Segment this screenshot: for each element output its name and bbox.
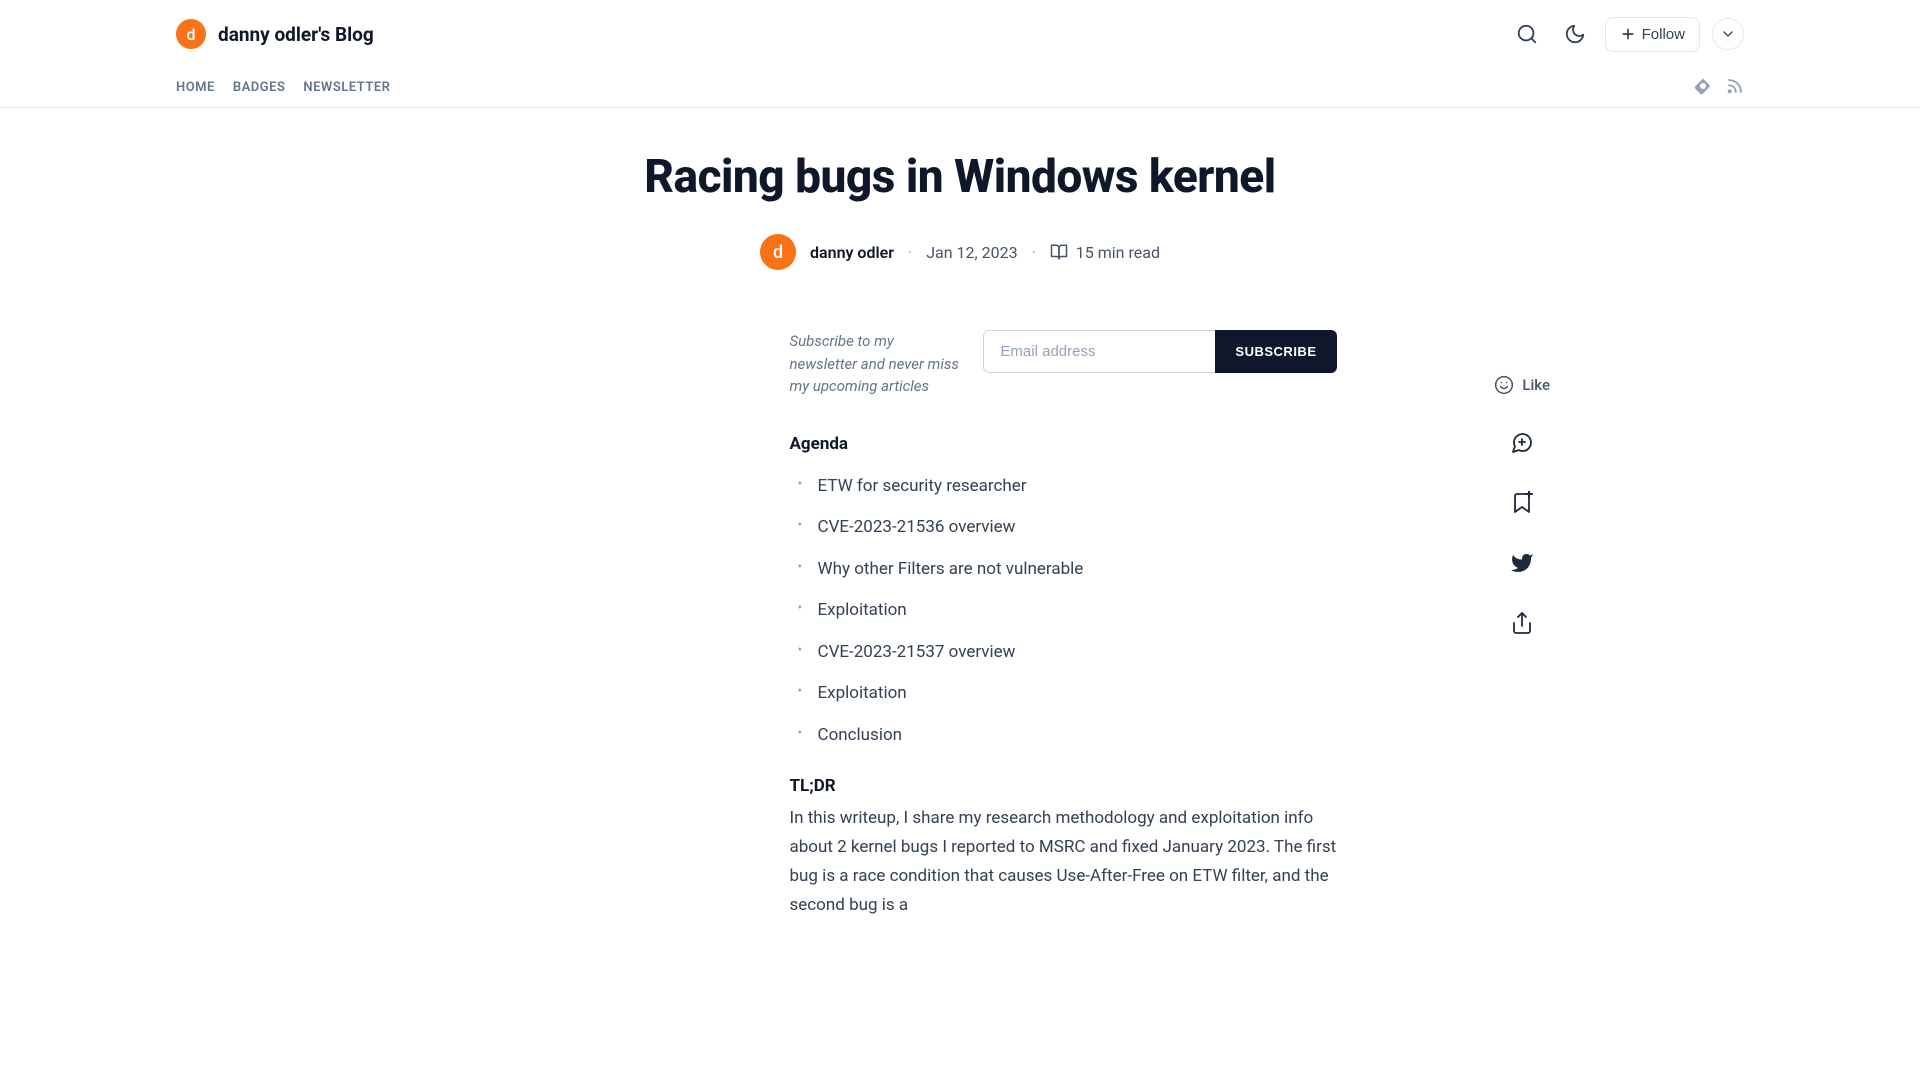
blog-title: danny odler's Blog [218,23,374,46]
agenda-item: Exploitation [798,598,1337,624]
follow-label: Follow [1642,26,1685,43]
agenda-item: Exploitation [798,681,1337,707]
agenda-heading: Agenda [790,434,1337,454]
author-avatar[interactable]: d [760,234,796,270]
nav-newsletter[interactable]: NEWSLETTER [303,68,390,107]
rss-icon[interactable] [1726,77,1744,99]
tldr-heading: TL;DR [790,776,1337,796]
publish-date: Jan 12, 2023 [926,243,1017,262]
smile-icon [1494,375,1514,395]
blog-brand[interactable]: d danny odler's Blog [176,19,374,49]
article-title: Racing bugs in Windows kernel [0,150,1920,204]
agenda-item: CVE-2023-21537 overview [798,640,1337,666]
dark-mode-icon[interactable] [1557,16,1593,52]
like-button[interactable]: Like [1494,375,1550,395]
separator: · [1032,243,1036,262]
reading-time: 15 min read [1076,243,1160,262]
share-button[interactable] [1510,611,1534,635]
follow-button[interactable]: Follow [1605,17,1700,52]
like-label: Like [1522,376,1550,394]
agenda-list: ETW for security researcher CVE-2023-215… [790,474,1337,749]
agenda-item: Conclusion [798,723,1337,749]
twitter-share-button[interactable] [1510,551,1534,575]
agenda-item: Why other Filters are not vulnerable [798,557,1337,583]
nav-badges[interactable]: BADGES [233,68,286,107]
separator: · [908,243,912,262]
agenda-item: CVE-2023-21536 overview [798,515,1337,541]
blog-avatar: d [176,19,206,49]
more-dropdown-button[interactable] [1712,18,1744,50]
comment-button[interactable] [1510,431,1534,455]
subscribe-button[interactable]: SUBSCRIBE [1215,330,1336,373]
search-icon[interactable] [1509,16,1545,52]
nav-home[interactable]: HOME [176,68,215,107]
hashnode-icon[interactable] [1694,77,1712,99]
author-name[interactable]: danny odler [810,243,894,262]
bookmark-button[interactable] [1510,491,1534,515]
agenda-item: ETW for security researcher [798,474,1337,500]
email-input[interactable] [983,330,1215,373]
subscribe-prompt: Subscribe to my newsletter and never mis… [790,330,960,398]
book-icon [1050,243,1068,261]
tldr-body: In this writeup, I share my research met… [790,804,1337,920]
